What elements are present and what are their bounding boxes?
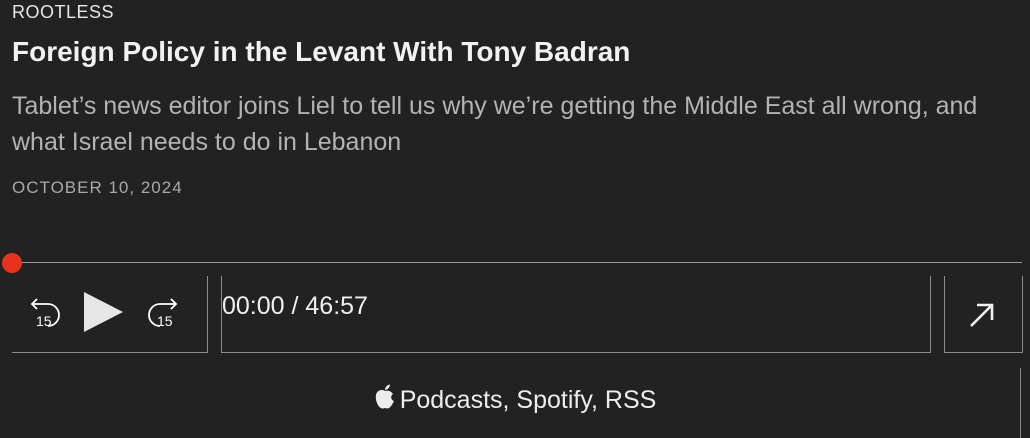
skip-forward-amount: 15 xyxy=(157,313,173,329)
play-icon xyxy=(84,292,123,332)
playback-controls: 15 15 xyxy=(12,276,208,353)
episode-description: Tablet’s news editor joins Liel to tell … xyxy=(12,92,978,156)
platform-links[interactable]: Podcasts, Spotify, RSS xyxy=(0,384,1030,415)
time-panel: 00:00 / 46:57 xyxy=(221,276,931,353)
episode-kicker[interactable]: ROOTLESS xyxy=(12,1,114,23)
share-button[interactable] xyxy=(944,276,1023,353)
progress-bar[interactable] xyxy=(12,262,1022,263)
skip-back-amount: 15 xyxy=(36,313,52,329)
divider-line xyxy=(1020,368,1021,438)
episode-title[interactable]: Foreign Policy in the Levant With Tony B… xyxy=(12,35,630,69)
play-button[interactable] xyxy=(82,292,126,332)
share-arrow-icon xyxy=(970,303,994,327)
time-display: 00:00 / 46:57 xyxy=(222,292,368,320)
skip-forward-button[interactable]: 15 xyxy=(142,290,186,334)
platform-links-label: Podcasts, Spotify, RSS xyxy=(399,386,657,414)
episode-date: OCTOBER 10, 2024 xyxy=(12,178,183,197)
progress-knob[interactable] xyxy=(2,253,22,273)
skip-back-button[interactable]: 15 xyxy=(22,290,66,334)
apple-icon xyxy=(375,384,394,409)
